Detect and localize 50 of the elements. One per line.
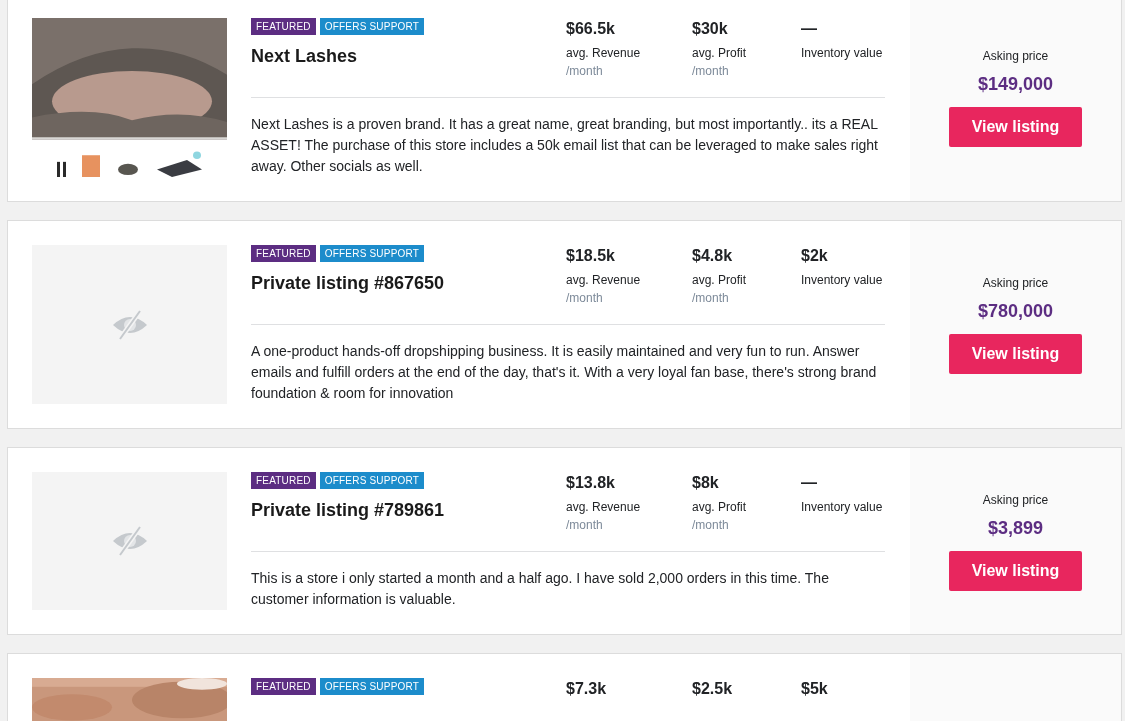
- stat-label: avg. Revenue: [566, 45, 642, 62]
- view-listing-button[interactable]: View listing: [949, 107, 1082, 147]
- asking-price: $149,000: [977, 74, 1054, 95]
- stat-value: —: [801, 19, 818, 39]
- stat-period: /month: [692, 517, 730, 534]
- asking-price: $3,899: [987, 517, 1044, 539]
- tag: OFFERS SUPPORT: [319, 18, 425, 35]
- stat-value: $2k: [801, 246, 829, 266]
- price-label: Asking price: [982, 48, 1049, 64]
- stat-label: avg. Profit: [692, 45, 748, 62]
- listing-title: Next Lashes: [251, 45, 359, 68]
- stat-period: /month: [566, 517, 604, 534]
- tag: FEATURED: [251, 472, 316, 489]
- stat-label: Inventory value: [801, 499, 884, 516]
- tag: FEATURED: [251, 18, 316, 35]
- view-listing-button[interactable]: View listing: [949, 550, 1082, 591]
- stat-value: $2.5k: [692, 679, 734, 699]
- stat-value: $13.8k: [566, 473, 616, 493]
- stat-label: Inventory value: [801, 272, 884, 289]
- listing-description: This is a store i only started a month and a half ago. I have sold 2,000 orders in this time. The customer information is valuable.: [251, 569, 830, 609]
- listing-title: Private listing #867650: [251, 272, 446, 295]
- tag: FEATURED: [251, 678, 316, 695]
- listing-title: Private listing #789861: [251, 499, 446, 522]
- tag: FEATURED: [251, 245, 316, 262]
- tag: OFFERS SUPPORT: [319, 245, 425, 262]
- listing-description: A one-product hands-off dropshipping business. It is easily maintained and very fun to run. Answer emails and fulfill orders at the end of the day, that's it. With a very loyal fan base, there's strong brand foundation & room for innovation: [251, 342, 878, 403]
- stat-label: avg. Profit: [692, 499, 748, 516]
- stat-label: Inventory value: [801, 45, 884, 62]
- view-listing-button[interactable]: View listing: [949, 334, 1082, 374]
- stat-value: $5k: [801, 679, 829, 699]
- stat-period: /month: [692, 290, 730, 307]
- price-label: Asking price: [982, 275, 1049, 291]
- stat-period: /month: [566, 290, 604, 307]
- stat-value: $7.3k: [566, 679, 608, 699]
- stat-value: —: [801, 473, 818, 493]
- stat-value: $4.8k: [692, 246, 734, 266]
- price-label: Asking price: [982, 491, 1049, 508]
- stat-value: $8k: [692, 473, 720, 493]
- stat-period: /month: [566, 63, 604, 80]
- stat-value: $18.5k: [566, 246, 616, 266]
- stat-value: $30k: [692, 19, 729, 39]
- tag: OFFERS SUPPORT: [319, 678, 425, 695]
- stat-period: /month: [692, 63, 730, 80]
- stat-label: avg. Revenue: [566, 499, 642, 516]
- stat-label: avg. Profit: [692, 272, 748, 289]
- asking-price: $780,000: [977, 301, 1054, 322]
- tag: OFFERS SUPPORT: [319, 472, 425, 489]
- stat-label: avg. Revenue: [566, 272, 642, 289]
- listing-description: Next Lashes is a proven brand. It has a great name, great branding, but most importantly.. its a REAL ASSET! The purchase of this store includes a 50k email list that can be leveraged to make sales right away. Other socials as well.: [251, 115, 879, 176]
- stat-value: $66.5k: [566, 19, 616, 39]
